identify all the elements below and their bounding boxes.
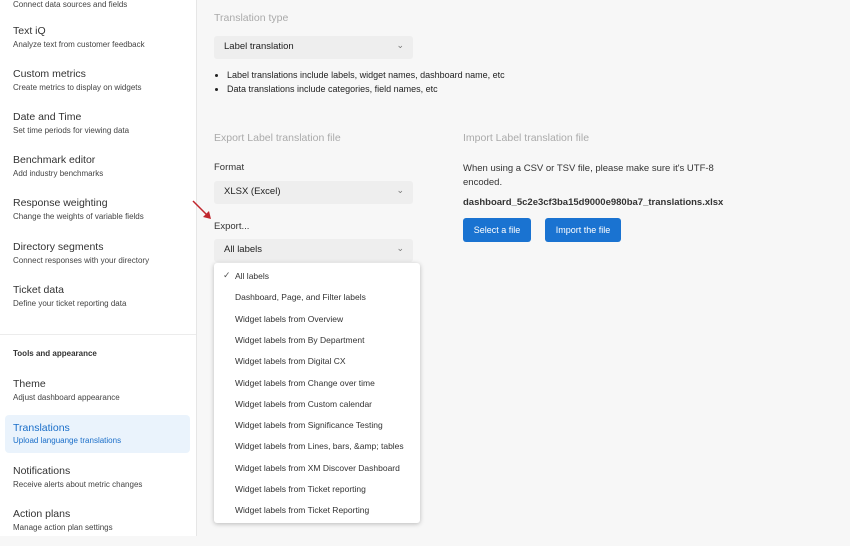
sidebar-divider xyxy=(0,334,196,335)
sidebar-item-title: Translations xyxy=(13,422,70,434)
sidebar-item-title: Response weighting xyxy=(13,197,108,209)
sidebar-item-subtitle: Set time periods for viewing data xyxy=(13,126,130,135)
format-label: Format xyxy=(214,162,245,173)
sidebar-item-translations[interactable]: Translations Upload languange translation… xyxy=(5,415,190,453)
sidebar: Connect data sources and fields Text iQ A… xyxy=(0,0,197,536)
select-value: XLSX (Excel) xyxy=(224,186,281,197)
export-option[interactable]: All labels xyxy=(235,271,269,281)
sidebar-item-subtitle: Manage action plan settings xyxy=(13,523,113,532)
sidebar-item-title: Date and Time xyxy=(13,111,82,123)
export-option[interactable]: Widget labels from Ticket reporting xyxy=(235,484,366,494)
chevron-down-icon: ⌄ xyxy=(396,185,404,195)
sidebar-item-directory-segments[interactable]: Directory segments Connect responses with… xyxy=(5,241,190,279)
sidebar-item-subtitle: Analyze text from customer feedback xyxy=(13,40,145,49)
sidebar-item-title: Action plans xyxy=(13,508,71,520)
import-note: When using a CSV or TSV file, please mak… xyxy=(463,163,714,188)
sidebar-item-benchmark-editor[interactable]: Benchmark editor Add industry benchmarks xyxy=(5,154,190,192)
export-label: Export... xyxy=(214,221,250,232)
select-value: All labels xyxy=(224,244,263,255)
sidebar-item-subtitle: Adjust dashboard appearance xyxy=(13,393,120,402)
sidebar-item-data-sources[interactable]: Connect data sources and fields xyxy=(5,0,190,23)
sidebar-item-title: Directory segments xyxy=(13,241,104,253)
red-arrow-annotation-icon xyxy=(192,200,211,219)
sidebar-item-title: Text iQ xyxy=(13,25,46,37)
sidebar-item-ticket-data[interactable]: Ticket data Define your ticket reporting … xyxy=(5,284,190,322)
import-file-button[interactable]: Import the file xyxy=(545,218,621,242)
sidebar-item-title: Benchmark editor xyxy=(13,154,96,166)
export-option[interactable]: Widget labels from Custom calendar xyxy=(235,399,372,409)
export-option[interactable]: Widget labels from Change over time xyxy=(235,378,375,388)
export-option[interactable]: Widget labels from Overview xyxy=(235,314,343,324)
export-option[interactable]: Widget labels from Lines, bars, &amp; ta… xyxy=(235,441,404,451)
sidebar-item-notifications[interactable]: Notifications Receive alerts about metric… xyxy=(5,465,190,503)
sidebar-item-title: Notifications xyxy=(13,465,71,477)
chevron-down-icon: ⌄ xyxy=(396,243,404,253)
export-select[interactable]: All labels ⌄ xyxy=(214,239,413,262)
sidebar-item-subtitle: Add industry benchmarks xyxy=(13,169,104,178)
export-option[interactable]: Widget labels from Ticket Reporting xyxy=(235,505,369,515)
sidebar-item-subtitle: Change the weights of variable fields xyxy=(13,212,144,221)
bullet-item: Label translations include labels, widge… xyxy=(227,68,505,82)
sidebar-item-subtitle: Connect data sources and fields xyxy=(13,0,128,9)
sidebar-item-title: Custom metrics xyxy=(13,68,86,80)
translation-type-select[interactable]: Label translation ⌄ xyxy=(214,36,413,59)
filename: dashboard_5c2e3cf3ba15d9000e980ba7_trans… xyxy=(463,197,724,208)
export-option[interactable]: Widget labels from Significance Testing xyxy=(235,420,383,430)
chevron-down-icon: ⌄ xyxy=(396,40,404,50)
main-content: Translation type Label translation ⌄ Labe… xyxy=(192,0,850,536)
export-option[interactable]: Widget labels from Digital CX xyxy=(235,356,346,366)
import-heading: Import Label translation file xyxy=(463,132,590,144)
format-select[interactable]: XLSX (Excel) ⌄ xyxy=(214,181,413,204)
sidebar-item-subtitle: Create metrics to display on widgets xyxy=(13,83,142,92)
checkmark-icon: ✓ xyxy=(223,270,231,280)
sidebar-item-title: Theme xyxy=(13,378,46,390)
sidebar-item-custom-metrics[interactable]: Custom metrics Create metrics to display … xyxy=(5,68,190,106)
select-file-button[interactable]: Select a file xyxy=(463,218,531,242)
export-option[interactable]: Widget labels from XM Discover Dashboard xyxy=(235,463,400,473)
sidebar-item-theme[interactable]: Theme Adjust dashboard appearance xyxy=(5,378,190,416)
export-option[interactable]: Widget labels from By Department xyxy=(235,335,364,345)
sidebar-item-title: Ticket data xyxy=(13,284,64,296)
sidebar-item-response-weighting[interactable]: Response weighting Change the weights of … xyxy=(5,197,190,235)
sidebar-item-text-iq[interactable]: Text iQ Analyze text from customer feedba… xyxy=(5,25,190,63)
sidebar-item-subtitle: Receive alerts about metric changes xyxy=(13,480,143,489)
sidebar-item-date-time[interactable]: Date and Time Set time periods for viewin… xyxy=(5,111,190,149)
export-option[interactable]: Dashboard, Page, and Filter labels xyxy=(235,292,366,302)
sidebar-item-subtitle: Define your ticket reporting data xyxy=(13,299,127,308)
bullet-item: Data translations include categories, fi… xyxy=(227,82,505,96)
translation-info-list: Label translations include labels, widge… xyxy=(227,68,505,96)
select-value: Label translation xyxy=(224,41,294,52)
translation-type-heading: Translation type xyxy=(214,12,289,24)
export-heading: Export Label translation file xyxy=(214,132,341,144)
section-title-tools: Tools and appearance xyxy=(13,349,97,358)
sidebar-item-subtitle: Connect responses with your directory xyxy=(13,256,150,265)
export-dropdown-menu: ✓ All labels Dashboard, Page, and Filter … xyxy=(214,263,420,523)
sidebar-item-subtitle: Upload languange translations xyxy=(13,436,122,445)
sidebar-item-action-plans[interactable]: Action plans Manage action plan settings xyxy=(5,508,190,546)
